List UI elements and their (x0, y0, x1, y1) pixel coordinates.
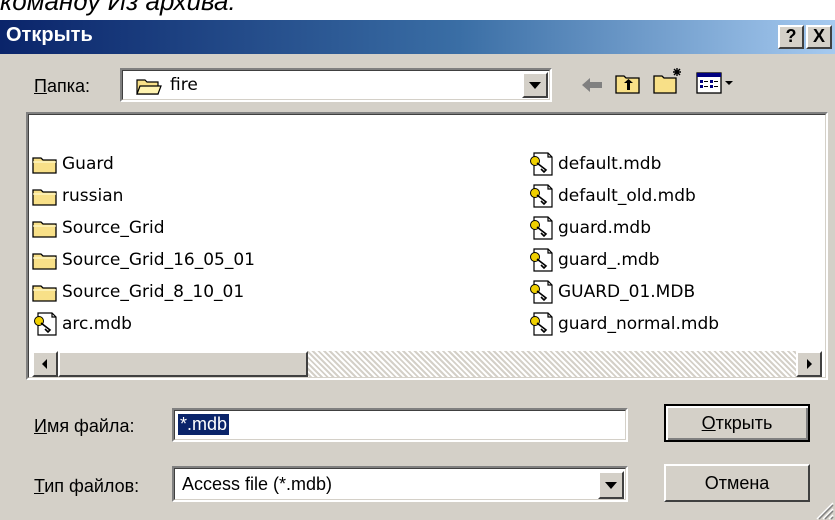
filetype-value: Access file (*.mdb) (182, 474, 333, 494)
item-name: default.mdb (558, 154, 662, 174)
folder-item[interactable]: Source_Grid_16_05_01 (32, 247, 255, 273)
folder-icon (32, 186, 58, 206)
item-name: default_old.mdb (558, 186, 696, 206)
item-name: russian (62, 186, 124, 206)
close-button[interactable]: X (806, 25, 832, 49)
view-menu-icon[interactable] (696, 72, 736, 94)
folder-item[interactable]: russian (32, 183, 123, 209)
dialog-title: Открыть (6, 24, 93, 46)
filename-input[interactable]: *.mdb (172, 408, 628, 442)
lookin-label: Папка: (34, 76, 90, 96)
mdb-file-icon (528, 216, 554, 240)
filetype-dropdown-arrow[interactable] (598, 471, 624, 499)
lookin-dropdown-arrow[interactable] (522, 72, 548, 98)
file-list[interactable] (26, 112, 828, 380)
new-folder-icon[interactable] (652, 66, 684, 96)
right-arrow-icon (807, 359, 812, 369)
item-name: Guard (62, 154, 114, 174)
file-item[interactable]: GUARD_01.MDB (528, 279, 695, 305)
item-name: GUARD_01.MDB (558, 282, 696, 302)
file-item[interactable]: default.mdb (528, 151, 661, 177)
item-name: guard_normal.mdb (558, 314, 720, 334)
resize-grip-icon[interactable] (812, 498, 834, 520)
mdb-file-icon (528, 248, 554, 272)
caption-text: команду Из архива: (0, 0, 236, 16)
file-item[interactable]: guard_normal.mdb (528, 311, 719, 337)
title-bar[interactable]: Открыть ? X (0, 20, 835, 54)
scroll-right-button[interactable] (796, 351, 822, 377)
item-name: guard_.mdb (558, 250, 660, 270)
filetype-label: Тип файлов: (34, 476, 140, 496)
scroll-left-button[interactable] (32, 351, 58, 377)
filetype-combobox[interactable]: Access file (*.mdb) (172, 466, 628, 502)
item-name: Source_Grid_16_05_01 (62, 250, 255, 270)
folder-item[interactable]: Source_Grid (32, 215, 165, 241)
file-item[interactable]: arc.mdb (32, 311, 132, 337)
mdb-file-icon (528, 184, 554, 208)
item-name: guard.mdb (558, 218, 652, 238)
filename-label: Имя файла: (34, 416, 135, 436)
item-name: Source_Grid_8_10_01 (62, 282, 245, 302)
file-item[interactable]: default_old.mdb (528, 183, 696, 209)
document-caption-fragment: команду Из архива: (0, 0, 835, 20)
file-item[interactable]: guard.mdb (528, 215, 651, 241)
folder-item[interactable]: Source_Grid_8_10_01 (32, 279, 244, 305)
mdb-file-icon (528, 280, 554, 304)
folder-icon (32, 154, 58, 174)
folder-item[interactable]: Guard (32, 151, 114, 177)
folder-icon (32, 250, 58, 270)
mdb-file-icon (528, 152, 554, 176)
scrollbar-thumb[interactable] (58, 351, 308, 377)
help-button[interactable]: ? (778, 25, 804, 49)
lookin-combobox[interactable]: fire (120, 68, 552, 102)
open-file-dialog: Открыть ? X Папка: fire Guard russian Sour… (0, 20, 835, 520)
back-arrow-icon[interactable] (580, 76, 604, 94)
cancel-button[interactable]: Отмена (664, 464, 810, 502)
item-name: arc.mdb (62, 314, 132, 334)
item-name: Source_Grid (62, 218, 165, 238)
folder-icon (32, 282, 58, 302)
mdb-file-icon (32, 312, 58, 336)
folder-icon (32, 218, 58, 238)
file-item[interactable]: guard_.mdb (528, 247, 660, 273)
up-folder-icon[interactable] (614, 70, 642, 96)
lookin-value: fire (170, 75, 198, 95)
open-button[interactable]: Открыть (664, 404, 810, 442)
filename-value: *.mdb (176, 413, 231, 436)
open-folder-icon (136, 79, 162, 95)
left-arrow-icon (42, 359, 47, 369)
mdb-file-icon (528, 312, 554, 336)
